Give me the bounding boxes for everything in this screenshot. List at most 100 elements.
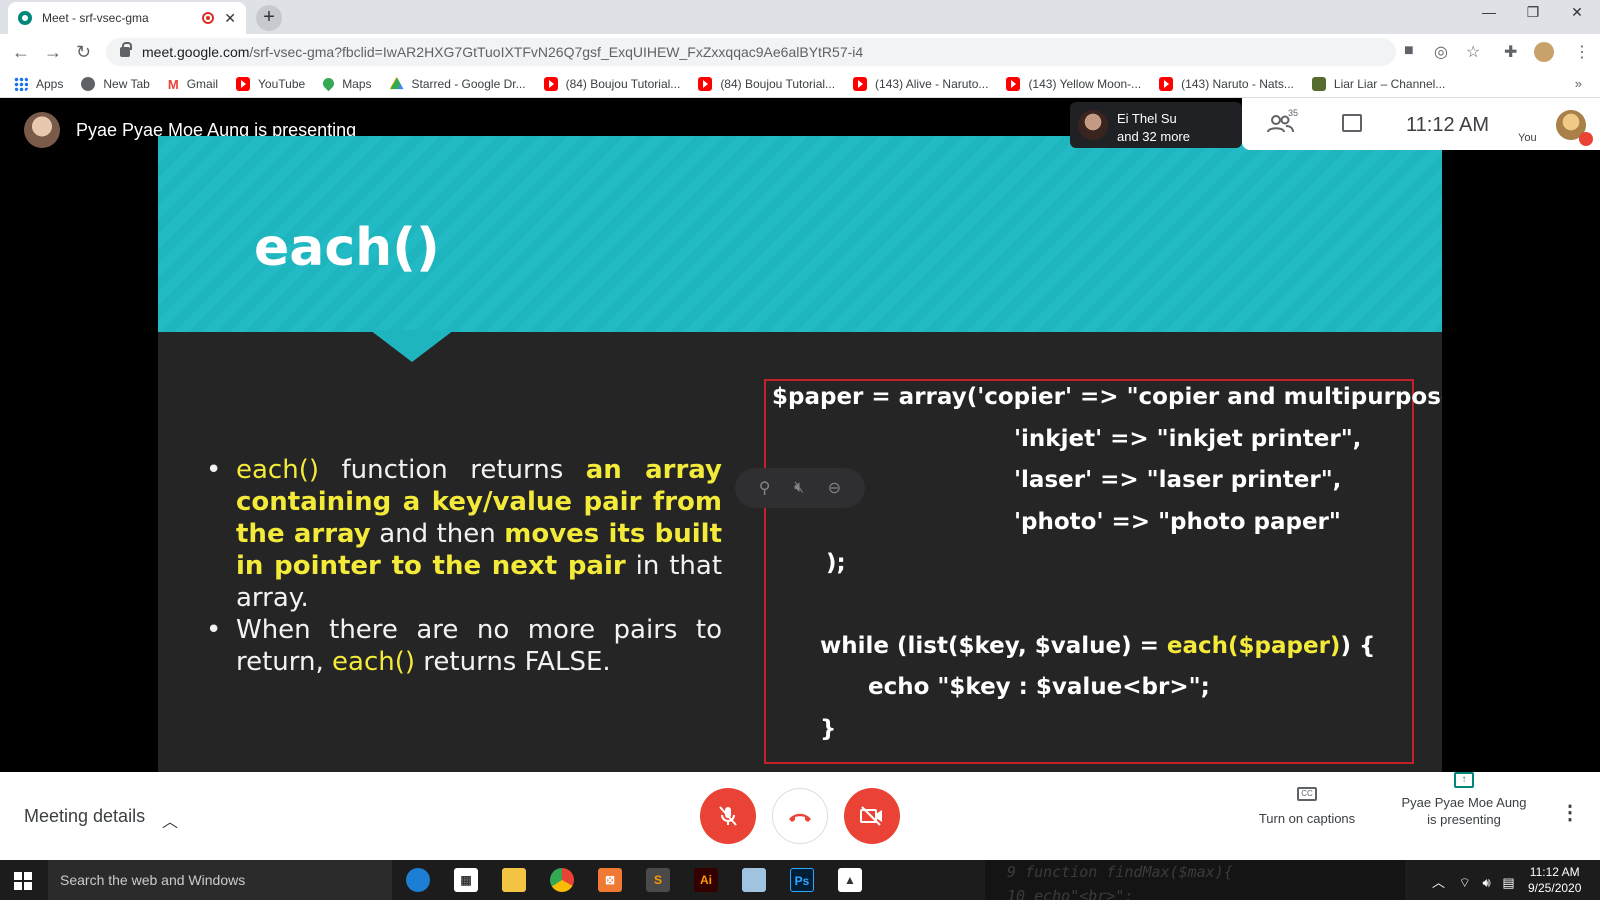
reload-icon[interactable]: ↻ bbox=[76, 42, 91, 63]
code-line-7: echo "$key : $value<br>"; bbox=[868, 674, 1210, 700]
mic-toggle-button[interactable] bbox=[700, 788, 756, 844]
slide-title: each() bbox=[254, 218, 440, 278]
photoshop-icon[interactable]: Ps bbox=[790, 868, 814, 892]
code-line-8: } bbox=[820, 716, 837, 742]
camera-in-use-icon[interactable]: ■ bbox=[1404, 42, 1414, 60]
bookmark-star-icon[interactable]: ☆ bbox=[1466, 42, 1480, 62]
captions-button[interactable]: CC Turn on captions bbox=[1232, 784, 1382, 826]
bookmark-alive[interactable]: (143) Alive - Naruto... bbox=[853, 76, 988, 91]
mic-off-icon bbox=[719, 806, 737, 826]
bookmarks-bar: Apps New Tab M Gmail YouTube Maps Starred… bbox=[0, 70, 1600, 98]
participant-avatar bbox=[1078, 110, 1108, 140]
3d-box-icon[interactable] bbox=[742, 868, 766, 892]
volume-icon[interactable]: 🔊︎ bbox=[1483, 875, 1491, 890]
windows-taskbar: Search the web and Windows ▦ ⊠ S Ai Ps ▲… bbox=[0, 860, 1600, 900]
leave-call-button[interactable] bbox=[772, 788, 828, 844]
close-window-button[interactable]: ✕ bbox=[1554, 4, 1600, 21]
bookmark-boujou-2[interactable]: (84) Boujou Tutorial... bbox=[698, 76, 835, 91]
photos-icon[interactable]: ▲ bbox=[838, 868, 862, 892]
code-line-3: 'laser' => "laser printer", bbox=[1014, 467, 1342, 493]
globe-icon bbox=[81, 76, 96, 91]
closed-captions-icon: CC bbox=[1297, 787, 1317, 801]
minimize-button[interactable]: — bbox=[1466, 4, 1512, 20]
bookmark-drive[interactable]: Starred - Google Dr... bbox=[389, 76, 526, 91]
taskbar-date: 9/25/2020 bbox=[1528, 881, 1582, 895]
remove-icon[interactable]: ⊖ bbox=[828, 478, 841, 498]
windows-start-icon[interactable] bbox=[14, 872, 32, 890]
participant-name: Ei Thel Su bbox=[1117, 111, 1177, 126]
meet-controls-bar: Meeting details ︿ CC Turn on captions ↑ … bbox=[0, 772, 1600, 860]
presenting-line-1: Pyae Pyae Moe Aung bbox=[1401, 795, 1527, 810]
meet-favicon-icon bbox=[18, 11, 32, 25]
youtube-icon bbox=[1006, 76, 1021, 91]
xampp-icon[interactable]: ⊠ bbox=[598, 868, 622, 892]
bullet-each-returns: each() function returns an array contain… bbox=[202, 454, 722, 614]
bullet-returns-false: When there are no more pairs to return, … bbox=[202, 614, 722, 678]
participant-more: and 32 more bbox=[1117, 129, 1190, 144]
tray-chevron-icon[interactable]: ︿ bbox=[1432, 875, 1445, 890]
forward-arrow-icon[interactable]: → bbox=[44, 42, 62, 63]
browser-tab-strip: Meet - srf-vsec-gma ✕ + — ❐ ✕ bbox=[0, 0, 1600, 34]
bookmark-youtube[interactable]: YouTube bbox=[236, 76, 305, 91]
youtube-icon bbox=[1159, 76, 1174, 91]
bookmark-boujou-1[interactable]: (84) Boujou Tutorial... bbox=[543, 76, 680, 91]
extensions-puzzle-icon[interactable]: ✚ bbox=[1504, 42, 1517, 62]
bookmark-gmail[interactable]: M Gmail bbox=[167, 76, 218, 92]
slide-header-notch bbox=[370, 330, 454, 362]
chat-icon[interactable] bbox=[1342, 114, 1362, 132]
close-tab-icon[interactable]: ✕ bbox=[224, 10, 236, 27]
address-bar[interactable]: meet.google.com /srf-vsec-gma?fbclid=IwA… bbox=[106, 38, 1396, 66]
bookmark-new-tab[interactable]: New Tab bbox=[81, 76, 150, 91]
bookmark-liar-liar[interactable]: Liar Liar – Channel... bbox=[1311, 76, 1445, 91]
bookmark-maps[interactable]: Maps bbox=[320, 75, 372, 92]
participant-chip[interactable]: Ei Thel Su and 32 more bbox=[1070, 102, 1242, 148]
new-tab-button[interactable]: + bbox=[256, 5, 282, 31]
presentation-slide: each() each() function returns an array … bbox=[158, 136, 1442, 772]
pin-icon[interactable]: ⚲ bbox=[759, 478, 771, 498]
profile-avatar[interactable] bbox=[1534, 42, 1554, 62]
taskbar-clock[interactable]: 11:12 AM 9/25/2020 bbox=[1528, 864, 1581, 896]
meet-stage: Pyae Pyae Moe Aung is presenting each() … bbox=[0, 98, 1600, 772]
people-count: 35 bbox=[1288, 108, 1299, 118]
notifications-icon[interactable]: ▤ bbox=[1502, 875, 1514, 890]
taskbar-time: 11:12 AM bbox=[1529, 865, 1580, 879]
edge-icon[interactable] bbox=[406, 868, 430, 892]
restore-button[interactable]: ❐ bbox=[1510, 4, 1556, 21]
camera-off-icon bbox=[860, 806, 882, 826]
more-options-icon[interactable]: ⋮ bbox=[1560, 800, 1580, 825]
channel-icon bbox=[1311, 76, 1326, 91]
eye-slash-icon[interactable]: ◎ bbox=[1434, 42, 1448, 62]
bookmark-yellow-moon[interactable]: (143) Yellow Moon-... bbox=[1006, 76, 1141, 91]
bookmarks-overflow-icon[interactable]: » bbox=[1575, 76, 1582, 91]
slide-bullets: each() function returns an array contain… bbox=[202, 454, 722, 678]
youtube-icon bbox=[543, 76, 558, 91]
taskbar-search-box[interactable]: Search the web and Windows bbox=[48, 860, 392, 900]
illustrator-icon[interactable]: Ai bbox=[694, 868, 718, 892]
sublime-text-icon[interactable]: S bbox=[646, 868, 670, 892]
presenting-button[interactable]: ↑ Pyae Pyae Moe Aung is presenting bbox=[1384, 772, 1544, 828]
gmail-icon: M bbox=[167, 76, 179, 92]
bookmark-naruto[interactable]: (143) Naruto - Nats... bbox=[1159, 76, 1294, 91]
mute-speaker-icon[interactable]: 🔇︎ bbox=[794, 479, 804, 497]
camera-toggle-button[interactable] bbox=[844, 788, 900, 844]
apps-icon bbox=[14, 76, 28, 91]
browser-tab-meet[interactable]: Meet - srf-vsec-gma ✕ bbox=[8, 2, 246, 34]
file-explorer-icon[interactable] bbox=[502, 868, 526, 892]
chrome-menu-icon[interactable]: ⋮ bbox=[1574, 42, 1590, 62]
meeting-details-button[interactable]: Meeting details bbox=[24, 806, 145, 827]
system-tray[interactable]: ︿ ⌔ 🔊︎ ▤ bbox=[1432, 872, 1515, 891]
code-line-5: ); bbox=[826, 550, 846, 576]
browser-toolbar: ← → ↻ meet.google.com /srf-vsec-gma?fbcl… bbox=[0, 34, 1600, 70]
you-label: You bbox=[1518, 132, 1537, 144]
background-code-window: 9 function findMax($max){ 10 echo"<br>"; bbox=[985, 860, 1405, 900]
chrome-icon[interactable] bbox=[550, 868, 574, 892]
store-icon[interactable]: ▦ bbox=[454, 868, 478, 892]
chevron-up-icon[interactable]: ︿ bbox=[162, 808, 178, 832]
meeting-clock: 11:12 AM bbox=[1406, 114, 1490, 136]
wifi-icon[interactable]: ⌔ bbox=[1459, 875, 1471, 890]
self-mic-off-icon bbox=[1579, 132, 1593, 146]
lock-icon bbox=[120, 42, 132, 57]
maps-icon bbox=[320, 75, 337, 92]
bookmark-apps[interactable]: Apps bbox=[14, 76, 63, 91]
back-arrow-icon[interactable]: ← bbox=[12, 42, 30, 63]
